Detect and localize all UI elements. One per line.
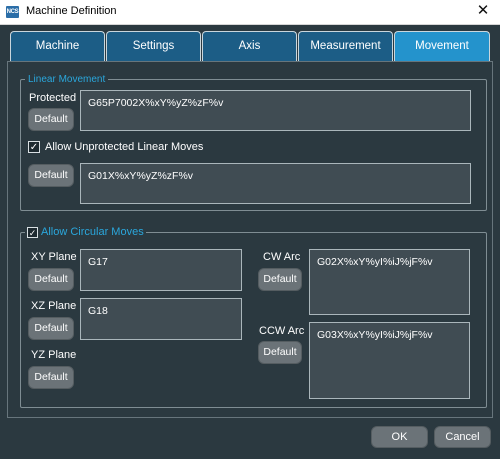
title-bar: NCS Machine Definition ✕: [0, 0, 500, 25]
xz-plane-label: XZ Plane: [31, 300, 77, 312]
cancel-button[interactable]: Cancel: [434, 426, 491, 448]
cw-default-button[interactable]: Default: [258, 268, 302, 291]
cw-arc-field[interactable]: G02X%xY%yI%iJ%jF%v: [309, 249, 470, 315]
xz-plane-field[interactable]: G18: [80, 298, 242, 340]
protected-command-field[interactable]: G65P7002X%xY%yZ%zF%v: [80, 90, 471, 131]
ccw-arc-label: CCW Arc: [259, 325, 305, 337]
allow-unprotected-checkbox[interactable]: ✓: [28, 141, 40, 153]
allow-unprotected-label: Allow Unprotected Linear Moves: [45, 141, 204, 153]
linear-movement-legend: Linear Movement: [28, 74, 106, 85]
circular-moves-legend[interactable]: ✓ Allow Circular Moves: [25, 226, 146, 238]
check-icon: ✓: [29, 142, 39, 153]
ccw-default-button[interactable]: Default: [258, 341, 302, 364]
allow-circular-label: Allow Circular Moves: [41, 226, 144, 238]
unprotected-default-button[interactable]: Default: [28, 164, 74, 187]
tab-machine[interactable]: Machine: [10, 31, 105, 61]
ok-button[interactable]: OK: [371, 426, 428, 448]
tab-measurement[interactable]: Measurement: [298, 31, 393, 61]
app-icon: NCS: [6, 6, 19, 18]
window-title: Machine Definition: [26, 5, 117, 17]
xy-plane-field[interactable]: G17: [80, 249, 242, 291]
tab-settings[interactable]: Settings: [106, 31, 201, 61]
xy-default-button[interactable]: Default: [28, 268, 74, 291]
cw-arc-label: CW Arc: [263, 251, 301, 263]
unprotected-command-field[interactable]: G01X%xY%yZ%zF%v: [80, 163, 471, 204]
xz-default-button[interactable]: Default: [28, 317, 74, 340]
yz-default-button[interactable]: Default: [28, 366, 74, 389]
yz-plane-label: YZ Plane: [31, 349, 77, 361]
tab-movement[interactable]: Movement: [394, 31, 490, 61]
protected-default-button[interactable]: Default: [28, 108, 74, 131]
xy-plane-label: XY Plane: [31, 251, 77, 263]
close-icon[interactable]: ✕: [472, 1, 494, 21]
tab-axis[interactable]: Axis: [202, 31, 297, 61]
check-icon[interactable]: ✓: [27, 227, 38, 238]
protected-label: Protected: [29, 92, 77, 104]
ccw-arc-field[interactable]: G03X%xY%yI%iJ%jF%v: [309, 322, 470, 399]
